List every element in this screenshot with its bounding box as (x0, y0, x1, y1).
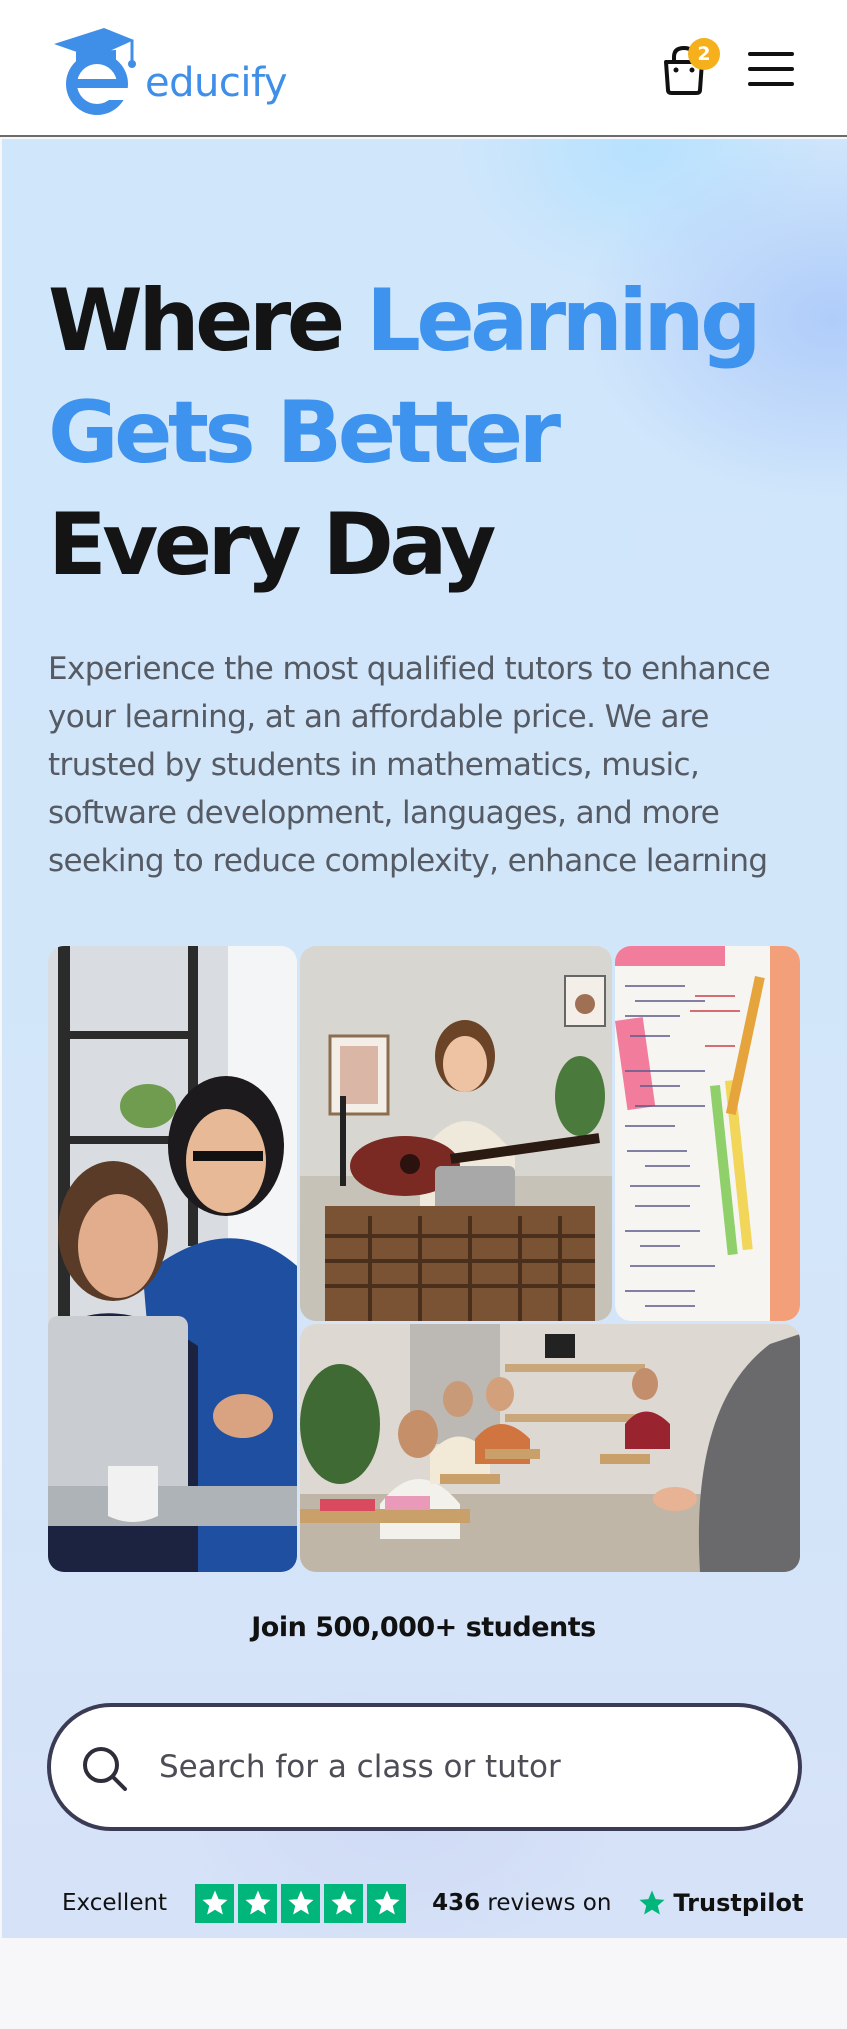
hero-headline: Where Learning Gets Better Every Day (48, 265, 828, 601)
headline-word-where: Where (48, 271, 367, 371)
join-students-text: Join 500,000+ students (251, 1612, 596, 1643)
headline-word-learning: Learning (366, 271, 762, 371)
classroom-students-photo (300, 1324, 800, 1572)
trustpilot-brand[interactable]: Trustpilot (637, 1888, 803, 1918)
star-icon (324, 1883, 364, 1923)
star-icon (281, 1883, 321, 1923)
search-input[interactable] (159, 1737, 759, 1797)
hamburger-menu-icon[interactable] (748, 52, 796, 86)
guitar-student-photo (300, 946, 612, 1321)
logo-wordmark: educify (145, 60, 288, 106)
trustpilot-star-icon (639, 1890, 665, 1915)
hero-description: Experience the most qualified tutors to … (48, 651, 771, 879)
star-icon (238, 1883, 278, 1923)
site-header: educify 2 (0, 0, 847, 137)
search-icon[interactable] (81, 1745, 129, 1793)
headline-line-every-day: Every Day (48, 495, 496, 595)
rating-word: Excellent (62, 1890, 168, 1916)
search-bar[interactable] (47, 1703, 802, 1831)
star-icon (367, 1883, 407, 1923)
trustpilot-rating[interactable]: Excellent 436 reviews on Trustpilot (62, 1882, 803, 1924)
review-count-text: 436 reviews on (432, 1890, 611, 1916)
cart-count-badge: 2 (688, 38, 720, 70)
reviews-suffix: reviews on (480, 1890, 612, 1916)
math-notes-photo (615, 946, 800, 1321)
headline-line-gets-better: Gets Better (48, 383, 561, 483)
star-icon (195, 1883, 235, 1923)
star-rating (195, 1883, 407, 1923)
tutors-at-laptop-photo (48, 946, 297, 1572)
review-count: 436 (432, 1890, 481, 1916)
trustpilot-label: Trustpilot (673, 1889, 804, 1917)
